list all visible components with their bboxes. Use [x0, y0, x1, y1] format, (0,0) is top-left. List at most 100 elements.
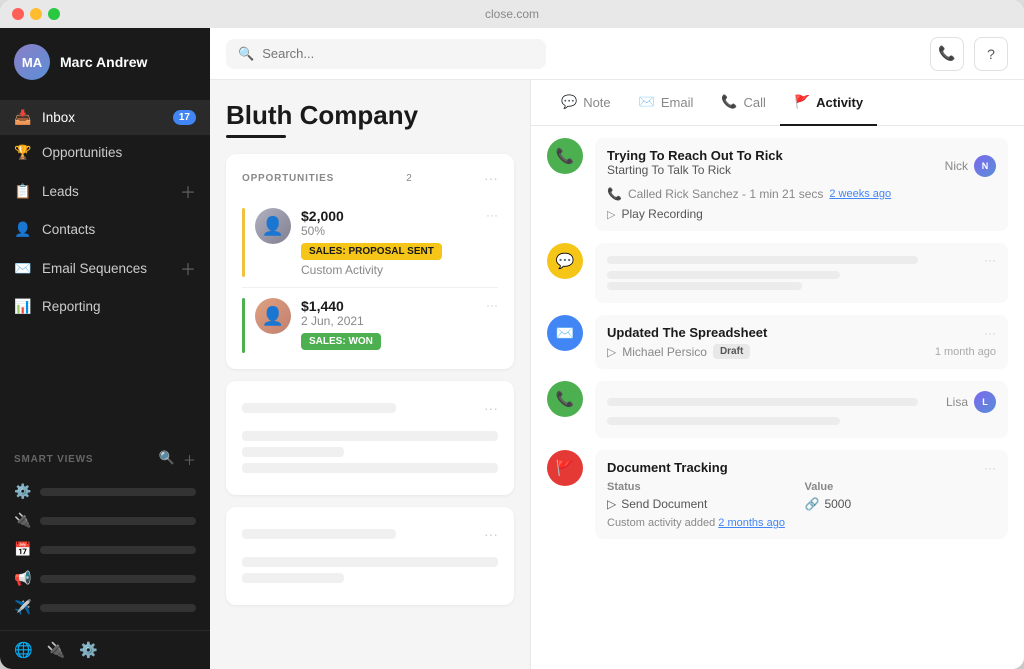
minimize-button[interactable]: [30, 8, 42, 20]
smart-view-item[interactable]: 📢: [14, 564, 196, 593]
card-menu-icon[interactable]: ···: [484, 170, 498, 186]
activity-user: Nick N: [945, 155, 996, 177]
plugin-icon[interactable]: 🔌: [47, 641, 66, 659]
add-lead-icon[interactable]: ＋: [180, 179, 196, 203]
card-menu-icon[interactable]: ···: [484, 526, 498, 542]
call-meta-text: Called Rick Sanchez - 1 min 21 secs: [628, 187, 823, 201]
doc-value: 5000: [824, 497, 851, 511]
search-smart-views-icon[interactable]: 🔍: [159, 450, 175, 469]
smart-view-item[interactable]: ✈️: [14, 593, 196, 622]
placeholder: [242, 529, 396, 539]
maximize-button[interactable]: [48, 8, 60, 20]
globe-icon[interactable]: 🌐: [14, 641, 33, 659]
leads-icon: 📋: [14, 183, 32, 200]
sidebar-item-opportunities[interactable]: 🏆 Opportunities: [0, 135, 210, 170]
placeholder: [242, 447, 344, 457]
sidebar-item-leads[interactable]: 📋 Leads ＋: [0, 170, 210, 212]
opp-menu-icon[interactable]: ···: [486, 298, 498, 312]
tab-call[interactable]: 📞 Call: [707, 80, 780, 126]
email-activity-icon: ✉️: [547, 315, 583, 351]
opp-info: $2,000 50% SALES: PROPOSAL SENT Custom A…: [301, 208, 476, 277]
send-label: Send Document: [621, 497, 707, 511]
placeholder: [607, 256, 918, 264]
avatar: MA: [14, 44, 50, 80]
email-time: 1 month ago: [935, 346, 996, 358]
call-activity-icon: 📞: [547, 138, 583, 174]
email-meta-row: ▷ Michael Persico Draft 1 month ago: [607, 344, 996, 359]
app-window: close.com MA Marc Andrew 📥 Inbox 17 🏆 Op…: [0, 0, 1024, 669]
main-content: 🔍 📞 ? Bluth Company OPPORTUNITIES: [210, 28, 1024, 669]
activity-menu-icon[interactable]: ···: [984, 253, 996, 267]
opp-menu-icon[interactable]: ···: [486, 208, 498, 222]
placeholder: [607, 417, 840, 425]
footer-link[interactable]: 2 months ago: [718, 517, 785, 529]
opportunity-item[interactable]: 👤 $2,000 50% SALES: PROPOSAL SENT Custom…: [242, 198, 498, 288]
call2-activity-icon: 📞: [547, 381, 583, 417]
smart-view-icon-4: 📢: [14, 570, 32, 587]
opportunities-count: 2: [406, 173, 412, 184]
user-name: Marc Andrew: [60, 54, 147, 70]
phone-button[interactable]: 📞: [930, 37, 964, 71]
add-sequence-icon[interactable]: ＋: [180, 256, 196, 280]
search-icon: 🔍: [238, 46, 254, 62]
smart-view-item[interactable]: 📅: [14, 535, 196, 564]
user-avatar: N: [974, 155, 996, 177]
smart-view-bar: [40, 604, 196, 612]
opportunities-icon: 🏆: [14, 144, 32, 161]
placeholder: [242, 573, 344, 583]
sidebar-item-inbox[interactable]: 📥 Inbox 17: [0, 100, 210, 135]
title-bar: close.com: [0, 0, 1024, 28]
value-icon: 🔗: [805, 497, 820, 511]
play-label: Play Recording: [621, 207, 702, 221]
doc-value-row: 🔗 5000: [805, 497, 997, 511]
sidebar-item-contacts[interactable]: 👤 Contacts: [0, 212, 210, 247]
search-input[interactable]: [262, 46, 534, 61]
opp-avatar: 👤: [255, 208, 291, 244]
topbar: 🔍 📞 ?: [210, 28, 1024, 80]
smart-view-item[interactable]: 🔌: [14, 506, 196, 535]
activity-title: Updated The Spreadsheet: [607, 325, 767, 340]
opp-date: 2 Jun, 2021: [301, 314, 476, 328]
opp-tag: SALES: WON: [301, 333, 381, 350]
add-smart-view-icon[interactable]: ＋: [183, 450, 196, 469]
smart-view-item[interactable]: ⚙️: [14, 477, 196, 506]
card-menu-icon[interactable]: ···: [484, 400, 498, 416]
sidebar-nav: 📥 Inbox 17 🏆 Opportunities 📋 Leads ＋ 👤 C…: [0, 96, 210, 440]
left-panel: Bluth Company OPPORTUNITIES 2 ···: [210, 80, 530, 669]
doc-status-col: Status ▷ Send Document: [607, 481, 799, 511]
opp-amount: $1,440: [301, 298, 476, 314]
activity-menu-icon[interactable]: ···: [984, 326, 996, 340]
call-meta-link[interactable]: 2 weeks ago: [829, 188, 891, 200]
smart-views-header: SMART VIEWS 🔍 ＋: [14, 450, 196, 469]
activity-header: Updated The Spreadsheet ···: [607, 325, 996, 340]
activity-item-document: 🚩 Document Tracking ··· Status: [547, 450, 1008, 539]
card-header: ···: [242, 523, 498, 545]
activity-body: Trying To Reach Out To Rick Starting To …: [595, 138, 1008, 231]
document-grid: Status ▷ Send Document Value: [607, 481, 996, 511]
activity-menu-icon[interactable]: ···: [984, 461, 996, 475]
value-label: Value: [805, 481, 997, 493]
play-recording-button[interactable]: ▷ Play Recording: [607, 207, 996, 221]
smart-views-section: SMART VIEWS 🔍 ＋ ⚙️ 🔌 📅: [0, 440, 210, 626]
user-profile[interactable]: MA Marc Andrew: [0, 28, 210, 96]
tab-email[interactable]: ✉️ Email: [625, 80, 708, 126]
settings-icon[interactable]: ⚙️: [79, 641, 98, 659]
help-button[interactable]: ?: [974, 37, 1008, 71]
opp-avatar: 👤: [255, 298, 291, 334]
sidebar-item-email-sequences[interactable]: ✉️ Email Sequences ＋: [0, 247, 210, 289]
window-controls: [12, 8, 60, 20]
opportunity-item[interactable]: 👤 $1,440 2 Jun, 2021 SALES: WON ···: [242, 288, 498, 353]
search-box[interactable]: 🔍: [226, 39, 546, 69]
status-label: Status: [607, 481, 799, 493]
tab-activity[interactable]: 🚩 Activity: [780, 80, 877, 126]
sidebar-item-reporting[interactable]: 📊 Reporting: [0, 289, 210, 324]
draft-badge: Draft: [713, 344, 750, 359]
activity-user: Lisa L: [946, 391, 996, 413]
placeholder: [242, 463, 498, 473]
activity-header: Document Tracking ···: [607, 460, 996, 475]
tab-note[interactable]: 💬 Note: [547, 80, 625, 126]
smart-view-icon-5: ✈️: [14, 599, 32, 616]
close-button[interactable]: [12, 8, 24, 20]
smart-views-actions: 🔍 ＋: [159, 450, 196, 469]
email-meta: ▷ Michael Persico Draft: [607, 344, 750, 359]
